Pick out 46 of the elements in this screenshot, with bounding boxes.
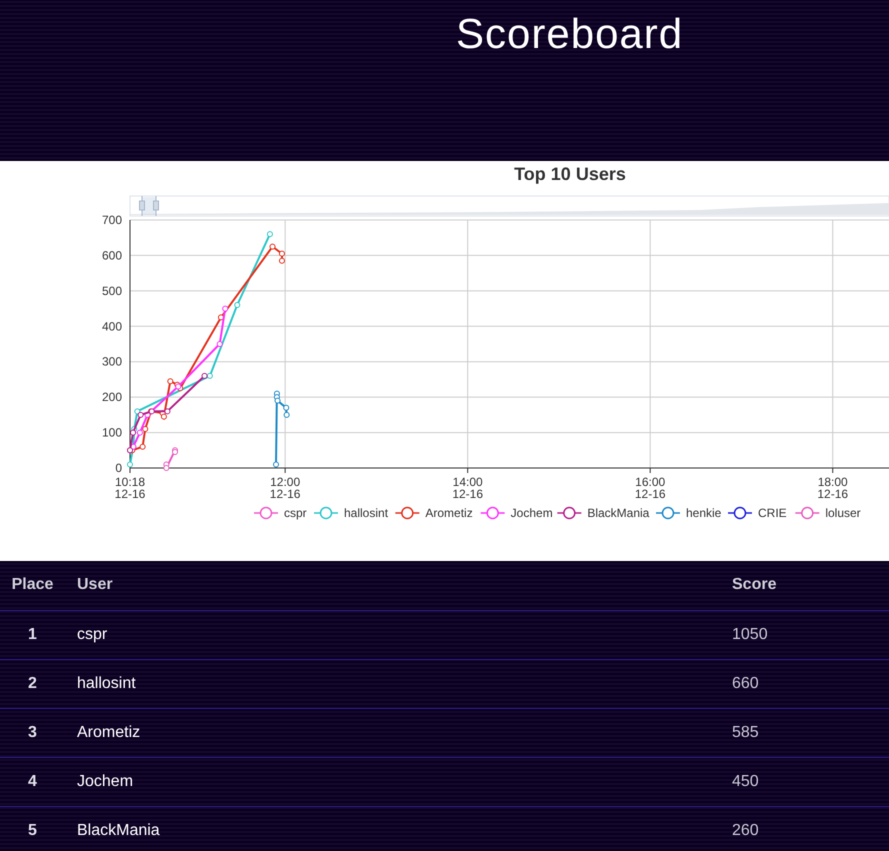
table-cell: 450 xyxy=(732,757,889,806)
legend-label: Jochem xyxy=(510,506,553,520)
table-cell: 585 xyxy=(732,708,889,757)
y-tick-label: 0 xyxy=(115,461,122,475)
table-header: User xyxy=(65,561,732,610)
y-tick-label: 100 xyxy=(102,426,122,440)
legend-label: BlackMania xyxy=(587,506,650,520)
legend-label: Arometiz xyxy=(425,506,473,520)
legend-label: hallosint xyxy=(344,506,389,520)
legend-label: loluser xyxy=(825,506,861,520)
x-tick-label: 12:00 xyxy=(270,475,300,489)
x-tick-date: 12-16 xyxy=(270,487,300,501)
table-cell: Arometiz xyxy=(65,708,732,757)
table-cell: cspr xyxy=(65,610,732,659)
y-tick-label: 400 xyxy=(102,319,122,334)
table-header: Place xyxy=(0,561,65,610)
chart-title: Top 10 Users xyxy=(514,164,626,184)
table-cell: 2 xyxy=(0,659,65,708)
table-cell: BlackMania xyxy=(65,806,732,851)
y-tick-label: 600 xyxy=(102,248,122,262)
y-tick-label: 300 xyxy=(102,354,122,369)
x-tick-date: 12-16 xyxy=(114,487,146,501)
table-cell: 3 xyxy=(0,708,65,757)
legend-label: CRIE xyxy=(758,506,787,520)
x-tick-date: 12-16 xyxy=(452,487,484,501)
y-tick-label: 500 xyxy=(102,284,122,298)
table-cell: 1 xyxy=(0,610,65,659)
y-tick-label: 200 xyxy=(102,390,122,404)
x-tick-label: 16:00 xyxy=(635,475,666,489)
x-tick-date: 12-16 xyxy=(817,487,848,501)
table-cell: 1050 xyxy=(732,610,889,659)
legend-label: cspr xyxy=(284,506,307,520)
table-cell: hallosint xyxy=(65,659,732,708)
table-cell: 4 xyxy=(0,757,65,806)
x-tick-date: 12-16 xyxy=(634,487,666,501)
x-tick-label: 14:00 xyxy=(452,475,483,489)
x-tick-label: 18:00 xyxy=(818,475,848,489)
table-cell: 260 xyxy=(732,806,889,851)
table-cell: 660 xyxy=(732,659,889,708)
legend-label: henkie xyxy=(686,506,722,520)
y-tick-label: 700 xyxy=(102,213,122,227)
page-title: Scoreboard xyxy=(456,10,684,58)
table-cell: Jochem xyxy=(65,757,732,806)
table-header: Score xyxy=(732,561,889,610)
table-cell: 5 xyxy=(0,806,65,851)
x-tick-label: 10:18 xyxy=(114,475,146,489)
